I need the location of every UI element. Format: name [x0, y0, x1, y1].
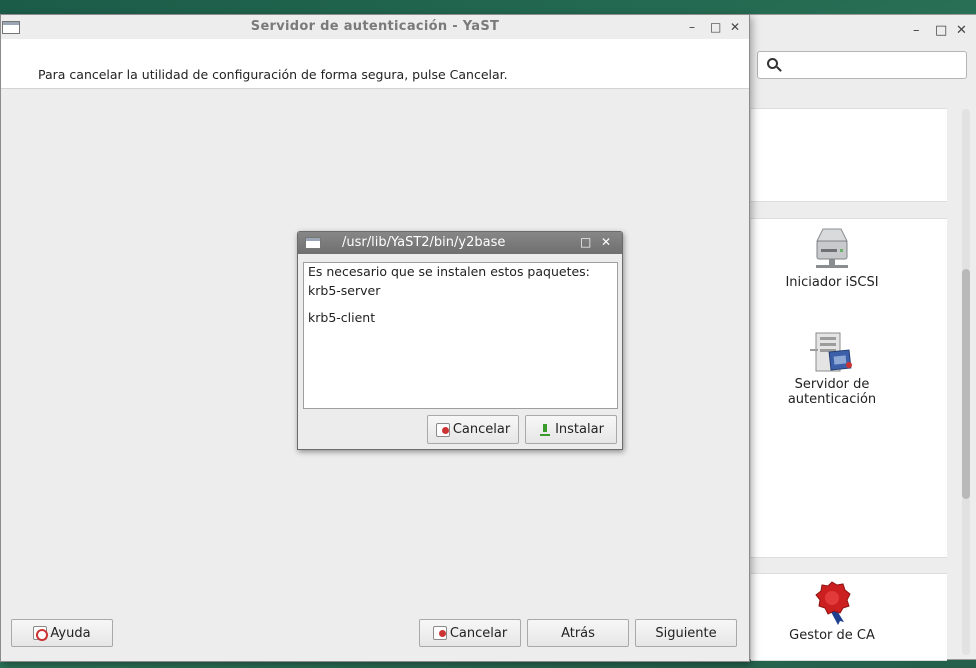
window-title: Servidor de autenticación - YaST — [250, 19, 500, 34]
help-icon — [33, 626, 49, 641]
info-banner: Para cancelar la utilidad de configuraci… — [1, 39, 749, 89]
search-input[interactable] — [786, 55, 962, 75]
window-icon[interactable] — [305, 237, 321, 249]
close-button[interactable]: ✕ — [601, 235, 611, 249]
module-group-panel — [751, 108, 947, 202]
install-button[interactable]: Instalar — [525, 415, 617, 444]
scrollbar-thumb[interactable] — [962, 269, 970, 499]
search-box[interactable] — [757, 51, 967, 79]
minimize-button[interactable]: – — [689, 20, 695, 34]
install-button-label: Instalar — [555, 422, 604, 437]
server-card-icon — [810, 332, 852, 372]
back-button[interactable]: Atrás — [527, 619, 629, 647]
maximize-button[interactable]: □ — [935, 23, 947, 38]
cancel-icon — [432, 626, 447, 640]
module-label: Iniciador iSCSI — [785, 275, 879, 290]
back-button-label: Atrás — [561, 625, 595, 641]
dialog-cancel-button[interactable]: Cancelar — [427, 415, 519, 444]
module-group-panel: Gestor de CA — [751, 573, 947, 661]
close-button[interactable]: ✕ — [730, 20, 740, 34]
dialog-message: Es necesario que se instalen estos paque… — [308, 264, 590, 279]
install-download-icon — [538, 423, 552, 437]
help-button-label: Ayuda — [50, 625, 91, 641]
package-list[interactable]: Es necesario que se instalen estos paque… — [303, 262, 618, 409]
scrollbar[interactable] — [962, 109, 970, 655]
minimize-button[interactable]: – — [913, 23, 920, 38]
maximize-button[interactable]: □ — [580, 235, 591, 249]
dialog-cancel-button-label: Cancelar — [452, 422, 511, 437]
module-label: Gestor de CA — [789, 628, 875, 643]
module-iscsi-initiator[interactable]: Iniciador iSCSI — [757, 225, 907, 290]
module-auth-server[interactable]: Servidor de autenticación — [757, 327, 907, 407]
control-center-window: – □ ✕ n Iniciador iSCSI — [740, 14, 976, 661]
package-install-dialog: /usr/lib/YaST2/bin/y2base □ ✕ Es necesar… — [297, 231, 623, 450]
info-text: Para cancelar la utilidad de configuraci… — [38, 67, 508, 82]
certificate-seal-icon — [815, 581, 851, 625]
control-center-titlebar: – □ ✕ — [741, 15, 976, 49]
help-button[interactable]: Ayuda — [11, 619, 113, 647]
dialog-title: /usr/lib/YaST2/bin/y2base — [342, 235, 506, 250]
dialog-titlebar: /usr/lib/YaST2/bin/y2base □ ✕ — [298, 232, 622, 254]
cancel-button[interactable]: Cancelar — [419, 619, 521, 647]
list-item: krb5-server — [308, 283, 381, 298]
module-ca-manager[interactable]: Gestor de CA — [757, 580, 907, 643]
close-button[interactable]: ✕ — [956, 23, 967, 38]
cancel-button-label: Cancelar — [449, 625, 508, 641]
module-label: Servidor de autenticación — [787, 377, 877, 407]
cancel-icon — [435, 422, 450, 437]
module-group-panel: n Iniciador iSCSI — [741, 218, 947, 558]
next-button[interactable]: Siguiente — [635, 619, 737, 647]
window-titlebar: Servidor de autenticación - YaST – □ ✕ — [1, 15, 749, 39]
next-button-label: Siguiente — [655, 625, 717, 641]
hard-disk-icon — [816, 228, 848, 268]
list-item: krb5-client — [308, 310, 376, 325]
maximize-button[interactable]: □ — [710, 20, 721, 34]
